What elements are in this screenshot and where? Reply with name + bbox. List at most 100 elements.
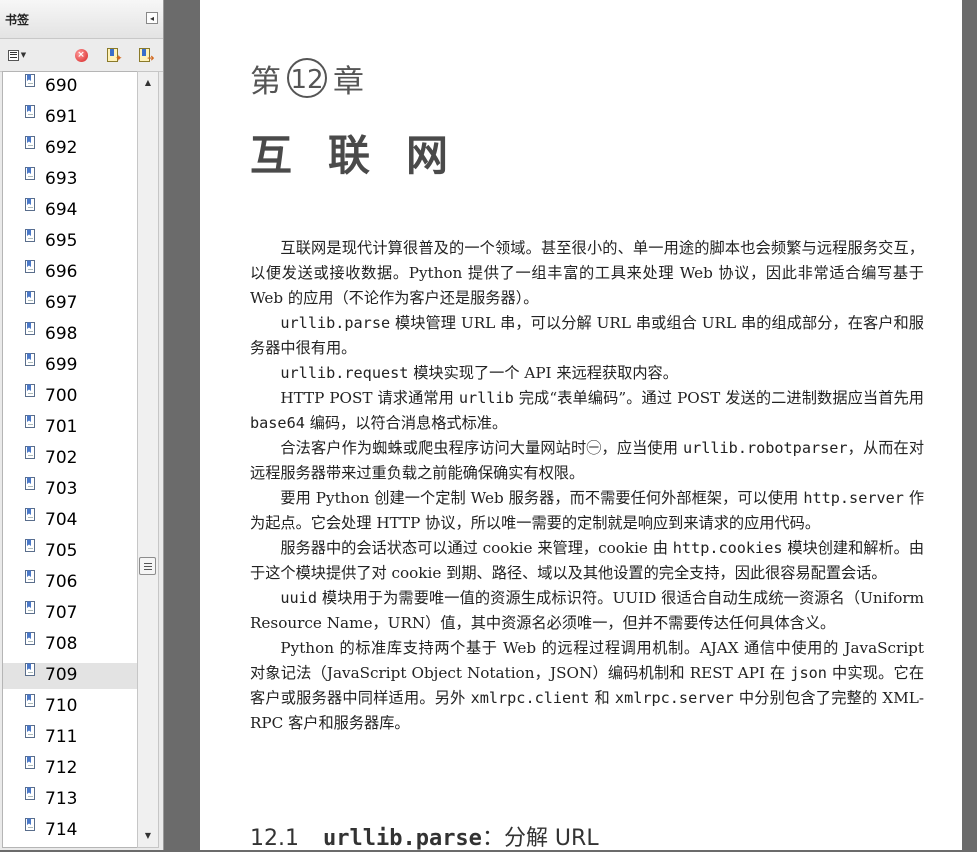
bookmark-item[interactable]: 714 xyxy=(3,818,139,844)
bookmark-label: 707 xyxy=(45,603,78,623)
inline-code: urllib.robotparser xyxy=(682,439,848,457)
bookmark-item[interactable]: 704 xyxy=(3,508,139,534)
bookmark-label: 710 xyxy=(45,696,78,716)
bookmark-icon xyxy=(25,477,35,490)
section-title: ：分解 URL xyxy=(481,826,599,851)
expand-bookmark-button[interactable]: ➜ xyxy=(135,47,155,64)
scrollbar-thumb[interactable] xyxy=(139,557,156,575)
delete-bookmark-icon: × xyxy=(74,48,88,62)
bookmark-icon xyxy=(25,756,35,769)
bookmark-label: 712 xyxy=(45,758,78,778)
bookmark-item[interactable]: 692 xyxy=(3,136,139,162)
bookmark-item[interactable]: 703 xyxy=(3,477,139,503)
bookmark-item[interactable]: 706 xyxy=(3,570,139,596)
body-paragraph: 要用 Python 创建一个定制 Web 服务器，而不需要任何外部框架，可以使用… xyxy=(250,486,924,536)
bookmark-label: 713 xyxy=(45,789,78,809)
chapter-title: 互联网 xyxy=(250,131,485,180)
bookmark-item[interactable]: 691 xyxy=(3,105,139,131)
bookmark-label: 706 xyxy=(45,572,78,592)
text-run: 互联网是现代计算很普及的一个领域。甚至很小的、单一用途的脚本也会频繁与远程服务交… xyxy=(250,239,924,307)
bookmark-label: 698 xyxy=(45,324,78,344)
bookmark-icon xyxy=(25,632,35,645)
bookmark-icon xyxy=(25,322,35,335)
bookmark-item[interactable]: 700 xyxy=(3,384,139,410)
bookmarks-toolbar: ▼ × ✦ ➜ xyxy=(0,39,163,72)
bookmarks-panel-header: 书签 ◂ xyxy=(0,0,163,39)
text-run: 完成“表单编码”。通过 POST 发送的二进制数据应当首先用 xyxy=(513,389,924,407)
bookmark-item[interactable]: 696 xyxy=(3,260,139,286)
panel-splitter[interactable] xyxy=(164,400,167,450)
bookmark-label: 690 xyxy=(45,76,78,96)
chapter-prefix: 第 xyxy=(250,63,281,100)
bookmark-icon xyxy=(25,136,35,149)
bookmark-item[interactable]: 701 xyxy=(3,415,139,441)
bookmark-scrollbar[interactable]: ▲ ▼ xyxy=(137,71,159,848)
text-run: 和 xyxy=(589,689,615,707)
bookmark-label: 697 xyxy=(45,293,78,313)
text-run: 模块实现了一个 API 来远程获取内容。 xyxy=(408,364,678,382)
chapter-body: 互联网是现代计算很普及的一个领域。甚至很小的、单一用途的脚本也会频繁与远程服务交… xyxy=(250,236,924,736)
bookmark-icon xyxy=(25,167,35,180)
bookmark-icon xyxy=(25,570,35,583)
section-number: 12.1 xyxy=(250,826,299,851)
collapse-panel-button[interactable]: ◂ xyxy=(146,12,158,24)
bookmark-icon xyxy=(25,508,35,521)
body-paragraph: urllib.request 模块实现了一个 API 来远程获取内容。 xyxy=(250,361,924,386)
bookmark-item[interactable]: 709 xyxy=(3,663,139,689)
bookmark-icon xyxy=(25,446,35,459)
bookmark-icon xyxy=(25,353,35,366)
bookmark-icon xyxy=(25,105,35,118)
bookmark-label: 711 xyxy=(45,727,78,747)
bookmark-item[interactable]: 710 xyxy=(3,694,139,720)
bookmark-icon xyxy=(25,725,35,738)
document-page: 第 12 章 互联网 互联网是现代计算很普及的一个领域。甚至很小的、单一用途的脚… xyxy=(200,0,962,852)
new-bookmark-button[interactable]: ✦ xyxy=(104,47,123,64)
bookmark-icon xyxy=(25,384,35,397)
inline-code: xmlrpc.server xyxy=(614,689,734,707)
body-paragraph: Python 的标准库支持两个基于 Web 的远程过程调用机制。AJAX 通信中… xyxy=(250,636,924,736)
text-run: 服务器中的会话状态可以通过 cookie 来管理，cookie 由 xyxy=(280,539,673,557)
bookmark-item[interactable]: 694 xyxy=(3,198,139,224)
inline-code: urllib xyxy=(458,389,514,407)
bookmark-item[interactable]: 713 xyxy=(3,787,139,813)
bookmark-options-button[interactable]: ▼ xyxy=(4,47,30,63)
bookmark-item[interactable]: 712 xyxy=(3,756,139,782)
delete-bookmark-button[interactable]: × xyxy=(73,47,89,63)
inline-code: base64 xyxy=(250,414,305,432)
bookmark-label: 699 xyxy=(45,355,78,375)
bookmark-item[interactable]: 699 xyxy=(3,353,139,379)
inline-code: http.server xyxy=(803,489,904,507)
bookmark-icon xyxy=(25,663,35,676)
bookmark-item[interactable]: 708 xyxy=(3,632,139,658)
scroll-up-arrow-icon[interactable]: ▲ xyxy=(138,74,158,92)
bookmark-label: 709 xyxy=(45,665,78,685)
bookmark-item[interactable]: 695 xyxy=(3,229,139,255)
bookmark-item[interactable]: 690 xyxy=(3,74,139,100)
body-paragraph: 互联网是现代计算很普及的一个领域。甚至很小的、单一用途的脚本也会频繁与远程服务交… xyxy=(250,236,924,311)
section-heading: 12.1 urllib.parse ：分解 URL xyxy=(250,820,599,852)
bookmark-item[interactable]: 711 xyxy=(3,725,139,751)
text-run: 合法客户作为蜘蛛或爬虫程序访问大量网站时㊀，应当使用 xyxy=(280,439,683,457)
bookmark-label: 695 xyxy=(45,231,78,251)
text-run: 要用 Python 创建一个定制 Web 服务器，而不需要任何外部框架，可以使用 xyxy=(280,489,804,507)
bookmark-item[interactable]: 705 xyxy=(3,539,139,565)
bookmark-icon xyxy=(25,787,35,800)
bookmark-item[interactable]: 707 xyxy=(3,601,139,627)
new-bookmark-icon: ✦ xyxy=(106,48,123,64)
bookmark-label: 696 xyxy=(45,262,78,282)
bookmark-item[interactable]: 693 xyxy=(3,167,139,193)
chapter-heading: 第 12 章 xyxy=(250,56,364,100)
bookmark-icon xyxy=(25,229,35,242)
inline-code: uuid xyxy=(280,589,317,607)
chapter-suffix: 章 xyxy=(333,63,364,100)
inline-code: json xyxy=(790,664,827,682)
viewer-gutter xyxy=(962,0,977,850)
scroll-down-arrow-icon[interactable]: ▼ xyxy=(138,827,158,845)
body-paragraph: HTTP POST 请求通常用 urllib 完成“表单编码”。通过 POST … xyxy=(250,386,924,436)
bookmark-item[interactable]: 697 xyxy=(3,291,139,317)
panel-title: 书签 xyxy=(5,13,30,27)
bookmark-item[interactable]: 698 xyxy=(3,322,139,348)
bookmark-label: 700 xyxy=(45,386,78,406)
bookmark-item[interactable]: 702 xyxy=(3,446,139,472)
bookmarks-panel: 书签 ◂ ▼ × ✦ ➜ 690 691 692 693 694 695 696 697 698… xyxy=(0,0,164,850)
